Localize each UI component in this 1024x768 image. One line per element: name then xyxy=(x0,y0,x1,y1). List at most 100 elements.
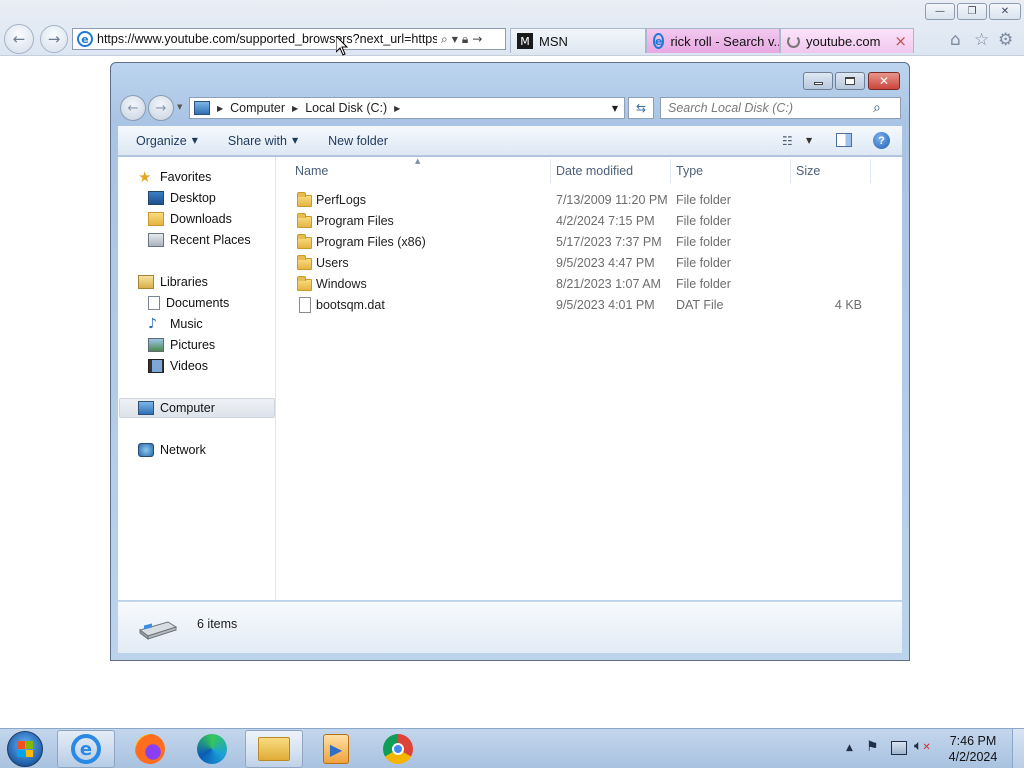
address-bar[interactable]: e https://www.youtube.com/supported_brow… xyxy=(72,28,506,50)
taskbar-media-player[interactable]: ▶ xyxy=(307,730,365,768)
refresh-icon: ⇆ xyxy=(635,101,647,115)
breadcrumb-separator-icon[interactable]: ▶ xyxy=(292,104,298,113)
volume-muted-icon[interactable]: 🔈︎✕ xyxy=(914,738,931,754)
nav-item-documents[interactable]: Documents xyxy=(148,293,229,313)
tools-gear-icon[interactable]: ⚙ xyxy=(998,30,1013,50)
taskbar-chrome[interactable] xyxy=(369,730,427,768)
start-button[interactable] xyxy=(7,731,43,767)
breadcrumb[interactable]: ▶ Computer ▶ Local Disk (C:) ▶ ▼ xyxy=(189,97,625,119)
taskbar-file-explorer[interactable] xyxy=(245,730,303,768)
file-row[interactable]: bootsqm.dat 9/5/2023 4:01 PM DAT File 4 KB xyxy=(277,295,902,316)
go-arrow-icon[interactable]: → xyxy=(472,32,482,46)
nav-item-pictures[interactable]: Pictures xyxy=(148,335,215,355)
nav-label: Documents xyxy=(166,296,230,310)
file-row[interactable]: Program Files 4/2/2024 7:15 PM File folder xyxy=(277,211,902,232)
taskbar-edge[interactable] xyxy=(183,730,241,768)
explorer-back-button[interactable]: ← xyxy=(120,95,146,121)
nav-item-desktop[interactable]: Desktop xyxy=(148,188,216,208)
browser-restore-button[interactable]: ❐ xyxy=(957,3,987,20)
browser-minimize-button[interactable]: — xyxy=(925,3,955,20)
downloads-folder-icon xyxy=(148,212,164,226)
media-player-icon: ▶ xyxy=(323,734,349,764)
column-divider[interactable] xyxy=(790,159,791,183)
search-icon[interactable]: ⌕ xyxy=(441,32,448,47)
nav-item-favorites[interactable]: ★ Favorites xyxy=(138,167,211,187)
column-divider[interactable] xyxy=(670,159,671,183)
tab-msn[interactable]: M MSN xyxy=(510,28,646,53)
search-input[interactable] xyxy=(668,101,873,115)
chevron-down-icon: ▼ xyxy=(291,136,299,145)
item-count: 6 items xyxy=(197,617,238,631)
help-icon[interactable]: ? xyxy=(873,132,890,149)
explorer-minimize-button[interactable] xyxy=(803,72,833,90)
show-desktop-button[interactable] xyxy=(1012,729,1024,768)
address-url[interactable]: https://www.youtube.com/supported_browse… xyxy=(97,32,437,46)
column-divider[interactable] xyxy=(550,159,551,183)
recent-pages-chevron-icon[interactable]: ▼ xyxy=(177,103,182,111)
favorites-star-icon[interactable]: ☆ xyxy=(974,30,989,50)
browser-forward-button[interactable]: → xyxy=(40,25,68,53)
nav-item-recent-places[interactable]: Recent Places xyxy=(148,230,251,250)
home-icon[interactable]: ⌂ xyxy=(950,30,961,50)
file-row[interactable]: Users 9/5/2023 4:47 PM File folder xyxy=(277,253,902,274)
nav-item-network[interactable]: Network xyxy=(138,440,206,460)
network-icon xyxy=(138,443,154,457)
chrome-icon xyxy=(383,734,413,764)
system-clock[interactable]: 7:46 PM 4/2/2024 xyxy=(948,733,998,765)
hard-drive-icon xyxy=(138,621,178,640)
file-row[interactable]: Windows 8/21/2023 1:07 AM File folder xyxy=(277,274,902,295)
explorer-close-button[interactable]: ✕ xyxy=(868,72,900,90)
browser-back-button[interactable]: ← xyxy=(4,24,34,54)
column-header-date-modified[interactable]: Date modified xyxy=(556,157,666,185)
breadcrumb-dropdown-icon[interactable]: ▼ xyxy=(612,104,618,113)
nav-label: Videos xyxy=(170,359,208,373)
tab-close-icon[interactable]: × xyxy=(894,32,907,50)
refresh-button[interactable]: ⇆ xyxy=(628,97,654,119)
share-with-button[interactable]: Share with ▼ xyxy=(228,134,298,148)
view-options-icon[interactable]: ☷ xyxy=(782,134,793,148)
show-hidden-icons-chevron-icon[interactable]: ▲ xyxy=(846,743,853,753)
column-label: Name xyxy=(295,164,329,178)
taskbar-firefox[interactable] xyxy=(121,730,179,768)
search-box[interactable]: ⌕ xyxy=(660,97,901,119)
action-center-flag-icon[interactable]: ⚑ xyxy=(866,739,879,755)
nav-item-videos[interactable]: Videos xyxy=(148,356,208,376)
msn-icon: M xyxy=(517,33,533,49)
breadcrumb-separator-icon[interactable]: ▶ xyxy=(217,104,223,113)
preview-pane-icon[interactable] xyxy=(836,133,852,147)
explorer-maximize-button[interactable] xyxy=(835,72,865,90)
music-note-icon: ♪ xyxy=(148,316,157,332)
view-options-chevron-icon[interactable]: ▼ xyxy=(806,136,812,145)
new-folder-button[interactable]: New folder xyxy=(328,134,388,148)
column-label: Size xyxy=(796,164,821,178)
file-row[interactable]: Program Files (x86) 5/17/2023 7:37 PM File… xyxy=(277,232,902,253)
search-icon[interactable]: ⌕ xyxy=(873,100,881,116)
breadcrumb-item-local-disk[interactable]: Local Disk (C:) xyxy=(305,101,387,115)
network-status-icon[interactable] xyxy=(891,741,907,755)
nav-item-music[interactable]: ♪ Music xyxy=(148,314,203,334)
minimize-icon xyxy=(813,82,823,85)
nav-item-downloads[interactable]: Downloads xyxy=(148,209,232,229)
column-header-size[interactable]: Size xyxy=(796,157,866,185)
dropdown-chevron-icon[interactable]: ▼ xyxy=(452,35,458,44)
tab-youtube[interactable]: youtube.com × xyxy=(780,28,914,53)
browser-close-button[interactable]: ✕ xyxy=(989,3,1021,20)
taskbar-internet-explorer[interactable]: e xyxy=(57,730,115,768)
breadcrumb-item-computer[interactable]: Computer xyxy=(230,101,285,115)
star-icon: ★ xyxy=(138,168,152,186)
breadcrumb-separator-icon[interactable]: ▶ xyxy=(394,104,400,113)
tab-rick-roll-search[interactable]: e rick roll - Search v... xyxy=(646,28,780,53)
nav-item-libraries[interactable]: Libraries xyxy=(138,272,208,292)
explorer-forward-button[interactable]: → xyxy=(148,95,174,121)
nav-label: Desktop xyxy=(170,191,216,205)
nav-item-computer[interactable]: Computer xyxy=(138,398,215,418)
organize-button[interactable]: Organize ▼ xyxy=(136,134,198,148)
clock-date: 4/2/2024 xyxy=(948,750,998,764)
maximize-icon xyxy=(845,77,855,85)
column-header-name[interactable]: Name xyxy=(295,157,545,185)
file-row[interactable]: PerfLogs 7/13/2009 11:20 PM File folder xyxy=(277,190,902,211)
column-header-type[interactable]: Type xyxy=(676,157,786,185)
lock-icon[interactable]: 🔒︎ xyxy=(462,32,468,47)
file-type: File folder xyxy=(676,214,731,228)
column-divider[interactable] xyxy=(870,159,871,183)
